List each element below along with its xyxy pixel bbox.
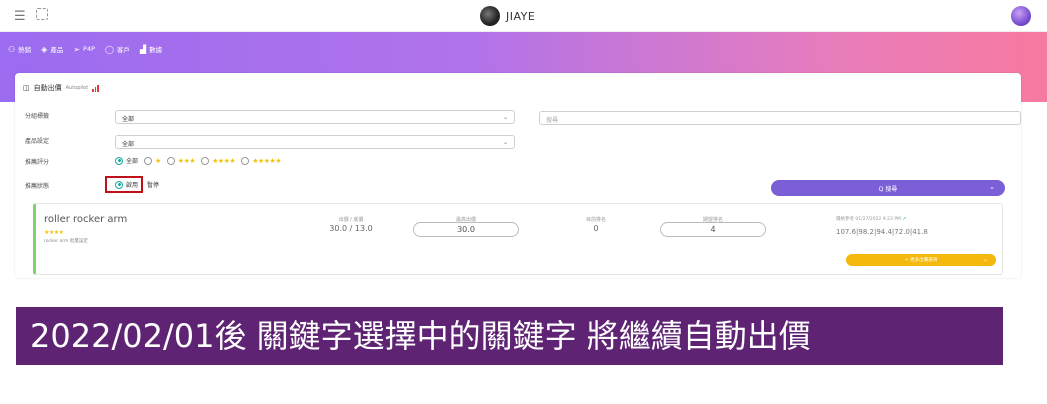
rank-header: 目前排名 — [585, 217, 606, 223]
caption-text: 2022/02/01後 關鍵字選擇中的關鍵字 將繼續自動出價 — [30, 317, 811, 355]
rating-stars: ★ — [155, 156, 161, 165]
nav-item-label: 客戶 — [116, 46, 130, 54]
more-bid-options-label: + 更多出價選項 — [904, 258, 938, 263]
group-select[interactable]: 全部 ⌄ — [115, 110, 515, 124]
chevron-down-icon: ⌄ — [982, 256, 988, 263]
nav-item-label: 數據 — [149, 46, 163, 54]
rating-radio-4[interactable] — [201, 156, 210, 165]
target-rank-value: 4 — [710, 225, 716, 234]
nav-item-hot[interactable]: ⚇ 熱銷 — [8, 44, 32, 55]
more-bid-options-button[interactable]: + 更多出價選項 ⌄ — [846, 254, 996, 266]
product-label: 產品設定 — [25, 138, 50, 145]
status-highlight-box — [105, 176, 143, 193]
card-title: ◫ 自動出價 Autopilot — [23, 83, 99, 93]
user-icon: ⚇ — [8, 44, 16, 54]
rating-stars: ★★★★ — [212, 156, 236, 165]
rating-radio-1[interactable] — [144, 156, 153, 165]
max-bid-value: 30.0 — [457, 225, 475, 234]
status-option-label[interactable]: 暫停 — [147, 180, 159, 189]
price-reference-header-text: 價格參考 01/27/2022 9:23 PM — [836, 217, 901, 222]
user-avatar[interactable] — [1011, 6, 1031, 26]
nav-item-customers[interactable]: ◯ 客戶 — [105, 44, 130, 55]
rating-radio-3[interactable] — [166, 156, 175, 165]
product-desc: rocker arm 批量設定 — [44, 239, 88, 244]
chart-icon: ▟ — [139, 44, 147, 54]
send-icon: ➢ — [73, 44, 81, 54]
bid-value: 30.0 / 13.0 — [329, 224, 373, 233]
nav-item-data[interactable]: ▟ 數據 — [139, 44, 163, 55]
hamburger-menu-icon[interactable]: ☰ — [14, 9, 26, 24]
chevron-down-icon: ⌄ — [502, 114, 508, 121]
product-stars: ★★★★ — [44, 229, 64, 236]
product-row: roller rocker arm ★★★★ rocker arm 批量設定 出… — [33, 203, 1003, 275]
price-reference-header: 價格參考 01/27/2022 9:23 PM ↗ — [836, 216, 906, 222]
bid-header: 出價 / 底價 — [338, 217, 364, 223]
nav-item-label: 熱銷 — [18, 46, 32, 54]
rating-stars: ★★★ — [177, 156, 196, 165]
nav-item-label: 產品 — [50, 46, 64, 54]
layers-icon: ◈ — [41, 44, 48, 54]
brand[interactable]: JIAYE — [480, 6, 535, 26]
rating-radio-group: 全部 ★ ★★★ ★★★★ ★★★★★ — [115, 156, 284, 165]
nav-item-p4p[interactable]: ➢ P4P — [73, 44, 95, 54]
search-button-label: Q 搜尋 — [878, 185, 898, 193]
product-select[interactable]: 全部 ⌄ — [115, 135, 515, 149]
card-subtitle: Autopilot — [65, 85, 89, 91]
rating-label: 推薦評分 — [25, 159, 50, 166]
target-rank-input[interactable]: 4 — [660, 222, 766, 237]
rating-radio-5[interactable] — [241, 156, 250, 165]
fullscreen-icon[interactable] — [36, 8, 48, 20]
rank-value: 0 — [593, 224, 599, 233]
keyword-search-input[interactable]: 搜尋 — [539, 111, 1021, 125]
chevron-down-icon: ⌄ — [989, 183, 995, 191]
group-label: 分組標籤 — [25, 113, 50, 120]
autopilot-card: ◫ 自動出價 Autopilot 分組標籤 全部 ⌄ 搜尋 產品設定 全部 ⌄ … — [15, 73, 1021, 278]
search-button[interactable]: Q 搜尋 ⌄ — [771, 180, 1005, 196]
product-select-value: 全部 — [122, 141, 135, 148]
status-label: 推薦狀態 — [25, 183, 50, 190]
top-bar: ☰ JIAYE — [0, 0, 1047, 32]
product-name[interactable]: roller rocker arm — [44, 214, 127, 225]
caption-banner: 2022/02/01後 關鍵字選擇中的關鍵字 將繼續自動出價 — [16, 307, 1003, 365]
rating-radio-all[interactable] — [115, 156, 123, 165]
main-nav: ⚇ 熱銷 ◈ 產品 ➢ P4P ◯ 客戶 ▟ 數據 — [8, 44, 163, 55]
keyword-placeholder: 搜尋 — [546, 117, 559, 124]
group-select-value: 全部 — [122, 116, 135, 123]
price-reference-values: 107.6|98.2|94.4|72.0|41.8 — [836, 228, 928, 236]
card-title-text: 自動出價 — [33, 84, 62, 92]
brand-logo-icon — [480, 6, 500, 26]
trend-up-icon: ↗ — [902, 217, 907, 222]
bar-chart-icon — [92, 84, 99, 92]
rating-option-label: 全部 — [126, 158, 139, 165]
nav-item-products[interactable]: ◈ 產品 — [41, 44, 64, 55]
rating-stars: ★★★★★ — [252, 156, 282, 165]
chat-icon: ◯ — [105, 44, 114, 54]
chevron-down-icon: ⌄ — [502, 139, 508, 146]
max-bid-input[interactable]: 30.0 — [413, 222, 519, 237]
nav-item-label: P4P — [83, 45, 96, 53]
panel-icon: ◫ — [23, 84, 30, 92]
brand-name: JIAYE — [506, 9, 536, 23]
